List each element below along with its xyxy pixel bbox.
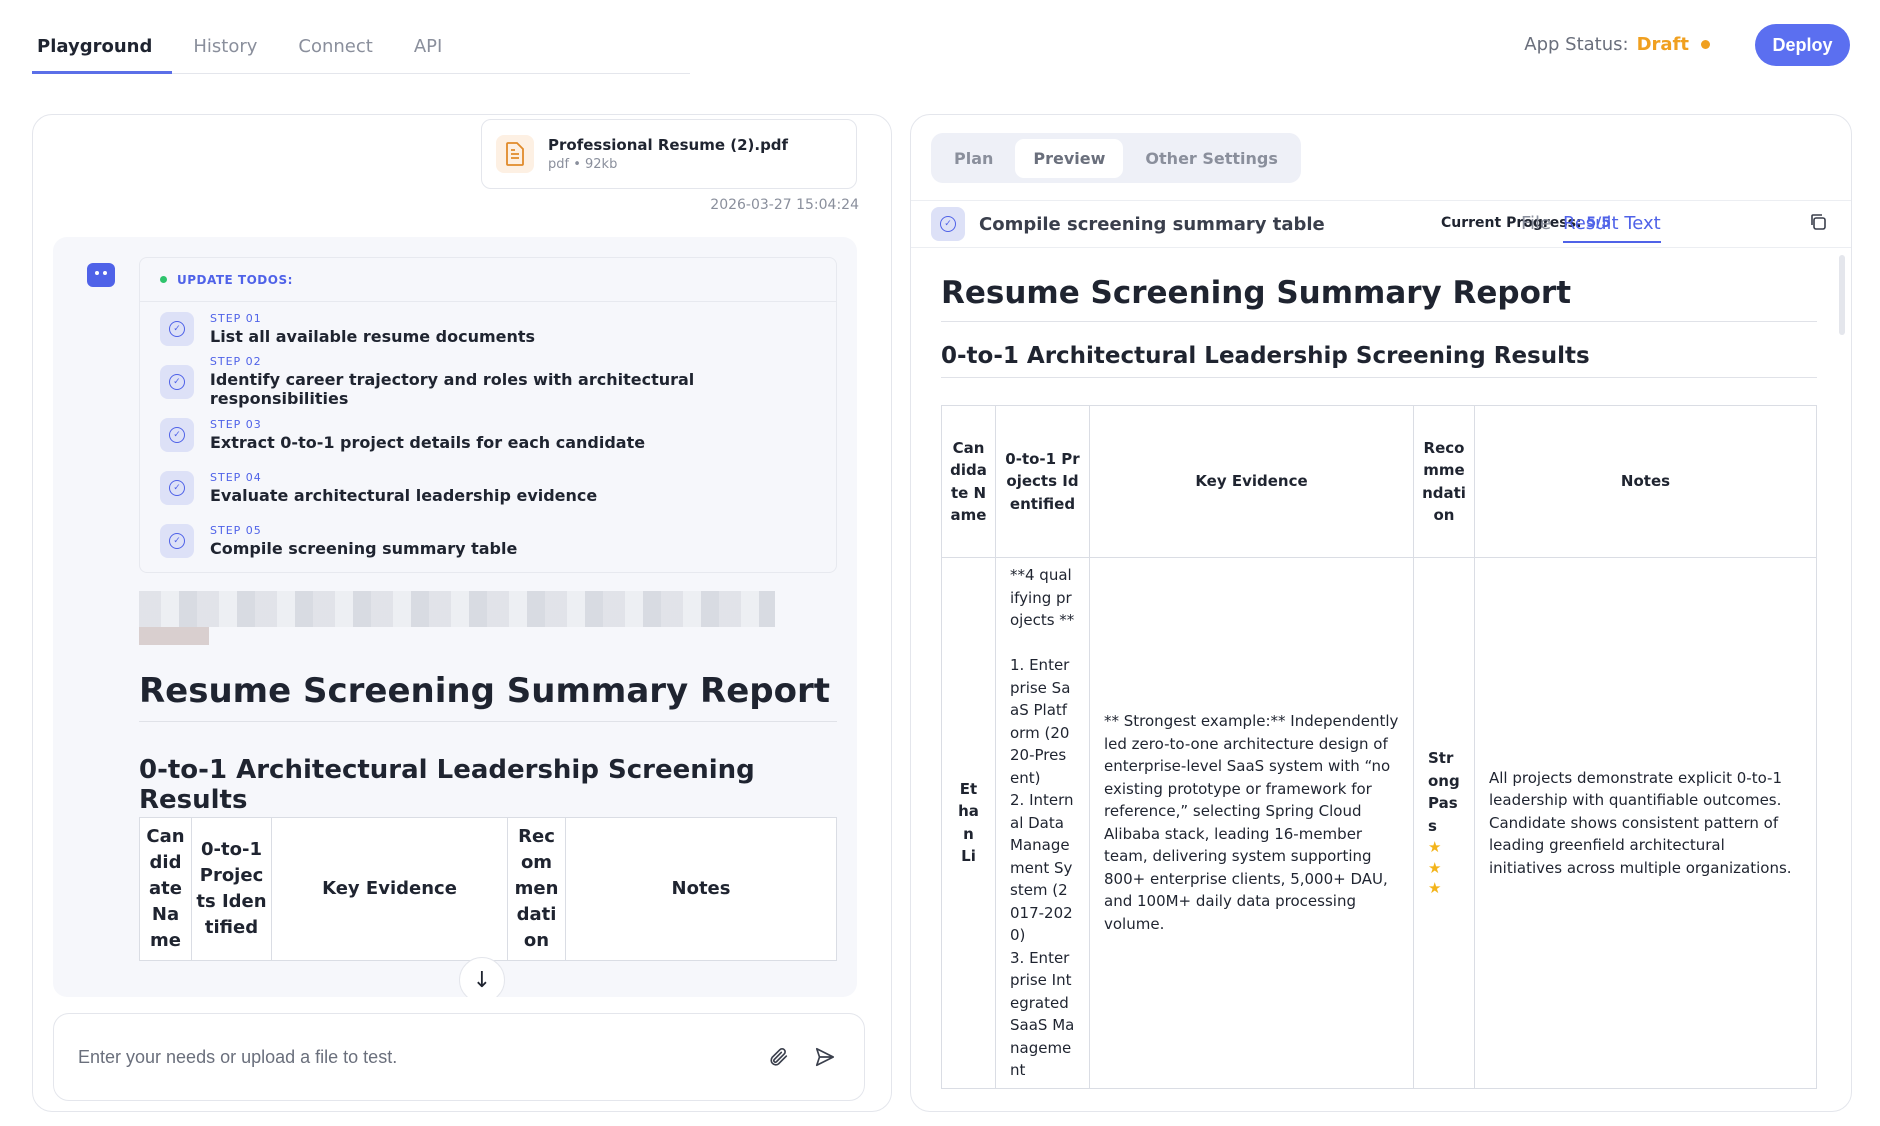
tab-api[interactable]: API — [409, 28, 462, 74]
recommendation-label: Strong Pass — [1428, 749, 1460, 835]
tab-file[interactable]: File — [1521, 213, 1551, 234]
segment-plan[interactable]: Plan — [936, 139, 1011, 178]
task-header: ✓ Compile screening summary table — [911, 200, 1851, 248]
copy-icon[interactable] — [1809, 213, 1827, 231]
key-evidence: ** Strongest example:** Independently le… — [1089, 557, 1414, 1089]
preview-panel: Plan Preview Other Settings ✓ Compile sc… — [910, 114, 1852, 1112]
file-attachment-card[interactable]: Professional Resume (2).pdf pdf • 92kb — [481, 119, 857, 189]
summary-table: Candidate Name 0-to-1 Projects Identifie… — [941, 405, 1817, 1089]
document-icon — [496, 135, 534, 173]
todo-step: ✓ STEP 04 Evaluate architectural leadersh… — [140, 461, 836, 514]
step-label: STEP 02 — [209, 355, 262, 368]
step-text: List all available resume documents — [210, 326, 536, 346]
column-header: Notes — [1474, 405, 1817, 558]
report-title: Resume Screening Summary Report — [941, 275, 1817, 322]
column-header: Recommendation — [507, 816, 566, 962]
column-header: 0-to-1 Projects Identified — [191, 816, 272, 962]
report-title: Resume Screening Summary Report — [139, 671, 837, 722]
send-icon[interactable] — [810, 1042, 840, 1072]
star-icon: ★ — [1428, 838, 1442, 857]
segment-preview[interactable]: Preview — [1015, 138, 1124, 178]
check-circle-icon: ✓ — [931, 207, 965, 241]
status-dot-icon — [1701, 40, 1710, 49]
tab-playground[interactable]: Playground — [32, 28, 173, 74]
top-nav: Playground History Connect API — [32, 28, 690, 74]
column-header: Key Evidence — [1089, 405, 1414, 558]
report-subtitle: 0-to-1 Architectural Leadership Screenin… — [139, 755, 837, 824]
assistant-message: UPDATE TODOS: ✓ STEP 01 List all availabl… — [53, 237, 857, 997]
projects-identified: **4 qualifying projects ** 1. Enterprise… — [995, 557, 1090, 1089]
status-dot-icon — [160, 276, 167, 283]
step-text: Extract 0-to-1 project details for each … — [210, 432, 646, 452]
summary-table: Candidate Name 0-to-1 Projects Identifie… — [139, 816, 837, 962]
column-header: Notes — [565, 816, 837, 962]
file-name: Professional Resume (2).pdf — [548, 136, 789, 154]
tab-result-text[interactable]: Result Text — [1563, 213, 1661, 243]
app-status: App Status: Draft — [1524, 34, 1710, 55]
recommendation: Strong Pass ★ ★ ★ — [1413, 557, 1475, 1089]
star-icon: ★ — [1428, 878, 1442, 897]
result-content: Resume Screening Summary Report 0-to-1 A… — [911, 249, 1851, 1111]
check-circle-icon: ✓ — [160, 364, 194, 399]
notes: All projects demonstrate explicit 0-to-1… — [1474, 557, 1817, 1089]
chat-panel: Professional Resume (2).pdf pdf • 92kb 2… — [32, 114, 892, 1112]
check-circle-icon: ✓ — [160, 417, 194, 452]
report-subtitle: 0-to-1 Architectural Leadership Screenin… — [941, 343, 1817, 378]
column-header: 0-to-1 Projects Identified — [995, 405, 1090, 558]
todo-step: ✓ STEP 05 Compile screening summary table — [140, 514, 836, 567]
step-text: Evaluate architectural leadership eviden… — [210, 485, 598, 505]
message-timestamp: 2026-03-27 15:04:24 — [710, 197, 859, 213]
chat-input-bar — [53, 1013, 865, 1101]
todo-step: ✓ STEP 03 Extract 0-to-1 project details … — [140, 408, 836, 461]
todo-header: UPDATE TODOS: — [140, 258, 836, 302]
check-circle-icon: ✓ — [160, 523, 194, 558]
step-label: STEP 03 — [210, 417, 262, 431]
column-header: Candidate Name — [139, 816, 192, 962]
app-status-value: Draft — [1636, 34, 1689, 55]
redacted-text — [139, 591, 775, 627]
tab-history[interactable]: History — [188, 28, 277, 74]
app-status-label: App Status: — [1524, 34, 1629, 55]
file-meta: pdf • 92kb — [548, 157, 618, 172]
column-header: Candidate Name — [941, 405, 996, 558]
scrollbar[interactable] — [1839, 255, 1845, 335]
progress-label: Current Progress: — [1441, 215, 1582, 231]
scroll-down-button[interactable]: ↓ — [459, 957, 505, 997]
redacted-text — [139, 627, 209, 645]
deploy-button[interactable]: Deploy — [1755, 24, 1850, 66]
step-label: STEP 04 — [210, 470, 262, 484]
candidate-name: Ethan Li — [941, 557, 996, 1089]
todo-step: ✓ STEP 01 List all available resume docum… — [140, 302, 836, 355]
view-switcher: Plan Preview Other Settings — [931, 133, 1301, 183]
check-circle-icon: ✓ — [160, 470, 194, 505]
step-label: STEP 05 — [210, 523, 262, 537]
todo-list: UPDATE TODOS: ✓ STEP 01 List all availabl… — [139, 257, 837, 573]
task-title: Compile screening summary table — [979, 213, 1325, 235]
arrow-down-icon: ↓ — [472, 967, 492, 993]
star-icon: ★ — [1428, 858, 1442, 877]
chat-input[interactable] — [78, 1046, 748, 1068]
step-text: Identify career trajectory and roles wit… — [209, 370, 695, 408]
paperclip-icon[interactable] — [764, 1042, 794, 1072]
bot-avatar-icon — [87, 263, 115, 287]
todo-header-label: UPDATE TODOS: — [177, 272, 293, 287]
column-header: Key Evidence — [271, 816, 508, 962]
todo-step: ✓ STEP 02 Identify career trajectory and … — [140, 355, 836, 408]
table-row: Ethan Li **4 qualifying projects ** 1. E… — [941, 557, 1817, 1089]
segment-other-settings[interactable]: Other Settings — [1127, 139, 1295, 178]
column-header: Recommendation — [1413, 405, 1475, 558]
step-label: STEP 01 — [210, 311, 262, 325]
step-text: Compile screening summary table — [210, 538, 518, 558]
tab-connect[interactable]: Connect — [293, 28, 392, 74]
check-circle-icon: ✓ — [160, 311, 194, 346]
